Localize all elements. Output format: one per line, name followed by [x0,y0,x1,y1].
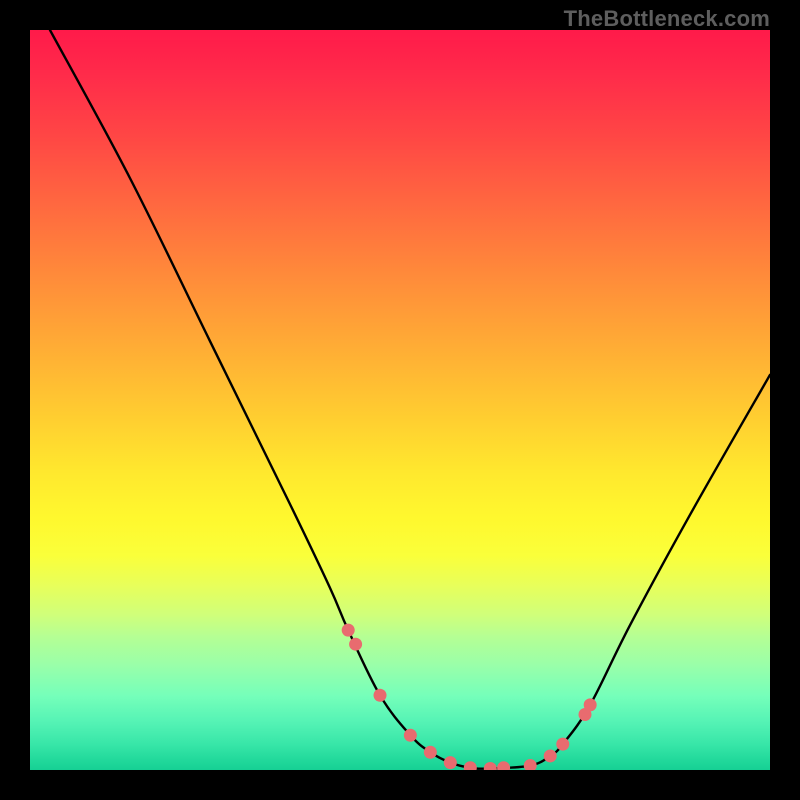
sweet-spot-dot [374,689,387,702]
sweet-spot-dot [544,749,557,762]
sweet-spot-dot [349,638,362,651]
attribution-label: TheBottleneck.com [564,6,770,32]
chart-svg [30,30,770,770]
sweet-spot-dot [524,759,537,770]
sweet-spot-dot [484,762,497,770]
plot-area [30,30,770,770]
sweet-spot-dot [424,746,437,759]
sweet-spot-dot [404,729,417,742]
sweet-spot-dot [556,738,569,751]
sweet-spot-dot [497,761,510,770]
sweet-spot-dot [342,624,355,637]
sweet-spot-dots [342,624,597,770]
bottleneck-curve [50,30,770,769]
chart-container: TheBottleneck.com [0,0,800,800]
sweet-spot-dot [444,756,457,769]
sweet-spot-dot [584,698,597,711]
sweet-spot-dot [464,761,477,770]
